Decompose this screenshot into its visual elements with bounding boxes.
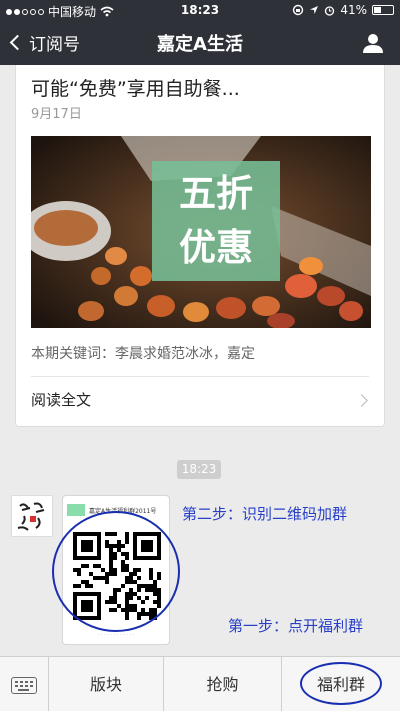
overlay-line-2: 优惠 [179,226,253,269]
keyboard-icon [11,677,37,694]
article-title[interactable]: 可能“免费”享用自助餐... [31,74,240,101]
overlay-line-1: 五折 [179,172,253,215]
article-keywords: 本期关键词：李晨求婚范冰冰，嘉定 [31,346,255,362]
rotation-lock-icon [293,4,304,16]
message-timestamp: 18:23 [177,460,221,479]
article-date: 9月17日 [31,107,82,122]
status-bar: 中国移动 18:23 41% [0,0,400,20]
navigation-bar: 订阅号 嘉定A生活 [0,20,400,65]
annotation-step-1: 第一步：点开福利群 [228,617,364,635]
battery-fill [374,7,382,13]
keyboard-toggle-button[interactable] [0,657,49,711]
top-bar: 中国移动 18:23 41% 订阅号 嘉定A生活 [0,0,400,65]
battery-icon [372,5,394,15]
battery-percent: 41% [340,3,367,17]
menu-item-flash-sale[interactable]: 抢购 [164,657,282,711]
group-thumbnail [67,504,85,516]
chevron-right-icon [355,394,368,407]
read-all-link[interactable]: 阅读全文 [31,389,91,410]
alarm-icon [325,5,335,16]
annotation-circle-qr [52,511,180,632]
menu-item-sections[interactable]: 版块 [49,657,164,711]
annotation-step-2: 第二步：识别二维码加群 [182,505,348,523]
divider [31,376,369,377]
discount-overlay: 五折 优惠 [152,161,280,281]
qr-footer: · · · · · · · · · · · · [97,632,135,638]
profile-icon[interactable] [362,32,384,54]
account-logo [17,502,45,531]
article-card[interactable]: 可能“免费”享用自助餐... 9月17日 五折 优惠 本期关键词：李晨求婚范冰冰… [15,65,385,427]
avatar[interactable] [11,495,53,537]
page-title: 嘉定A生活 [157,34,243,55]
location-arrow-icon [310,6,319,14]
article-cover-image[interactable]: 五折 优惠 [31,136,371,328]
annotation-circle-menu [300,662,382,705]
